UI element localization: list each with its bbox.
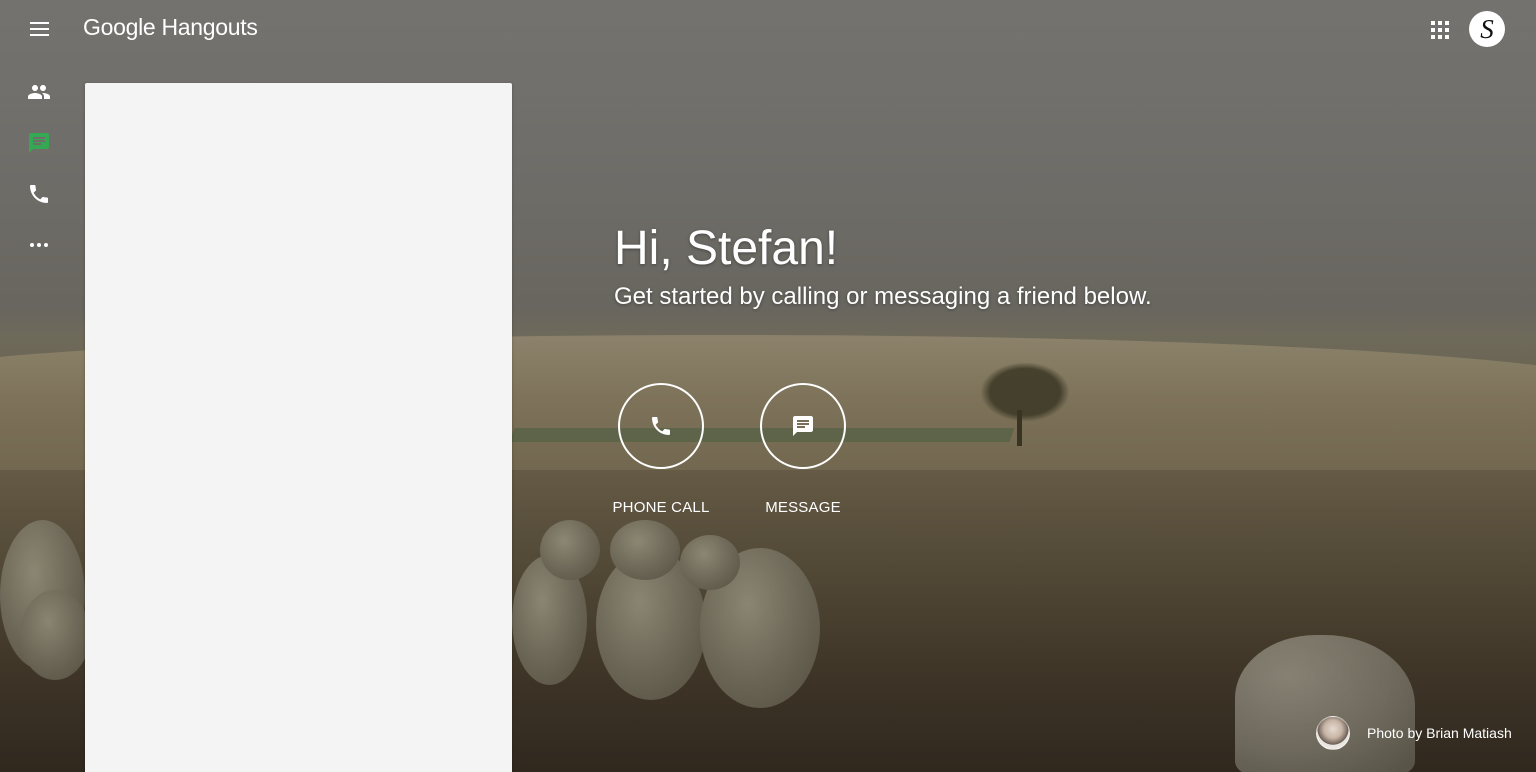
- apps-grid-icon[interactable]: [1426, 16, 1454, 44]
- hamburger-menu-icon[interactable]: [20, 10, 58, 48]
- rail-item-phone-calls[interactable]: [22, 177, 56, 211]
- photo-credit-text: Photo by Brian Matiash: [1367, 725, 1512, 741]
- top-bar: Google Hangouts S: [0, 0, 1536, 60]
- phone-call-button[interactable]: PHONE CALL: [601, 383, 721, 516]
- app-title: Google Hangouts: [83, 14, 258, 40]
- message-icon: [793, 416, 813, 436]
- phone-call-label: PHONE CALL: [612, 499, 710, 516]
- people-icon: [28, 85, 50, 99]
- rail-item-more[interactable]: [22, 228, 56, 262]
- conversation-list-panel: [85, 83, 512, 772]
- phone-call-circle[interactable]: [618, 383, 704, 469]
- message-button[interactable]: MESSAGE: [743, 383, 863, 516]
- rail-item-contacts[interactable]: [22, 75, 56, 109]
- greeting-heading: Hi, Stefan!: [614, 222, 839, 275]
- photographer-avatar: [1316, 716, 1350, 750]
- chat-bubble-icon: [29, 133, 49, 153]
- phone-icon: [30, 185, 48, 203]
- welcome-section: Hi, Stefan! Get started by calling or me…: [614, 220, 1152, 312]
- message-circle[interactable]: [760, 383, 846, 469]
- phone-icon: [652, 417, 670, 435]
- avatar[interactable]: S: [1469, 11, 1505, 47]
- more-horizontal-icon: [30, 243, 48, 247]
- message-label: MESSAGE: [765, 499, 841, 516]
- rail-item-conversations[interactable]: [22, 126, 56, 160]
- photo-credit[interactable]: Photo by Brian Matiash: [1316, 716, 1512, 750]
- welcome-subtitle: Get started by calling or messaging a fr…: [614, 283, 1152, 310]
